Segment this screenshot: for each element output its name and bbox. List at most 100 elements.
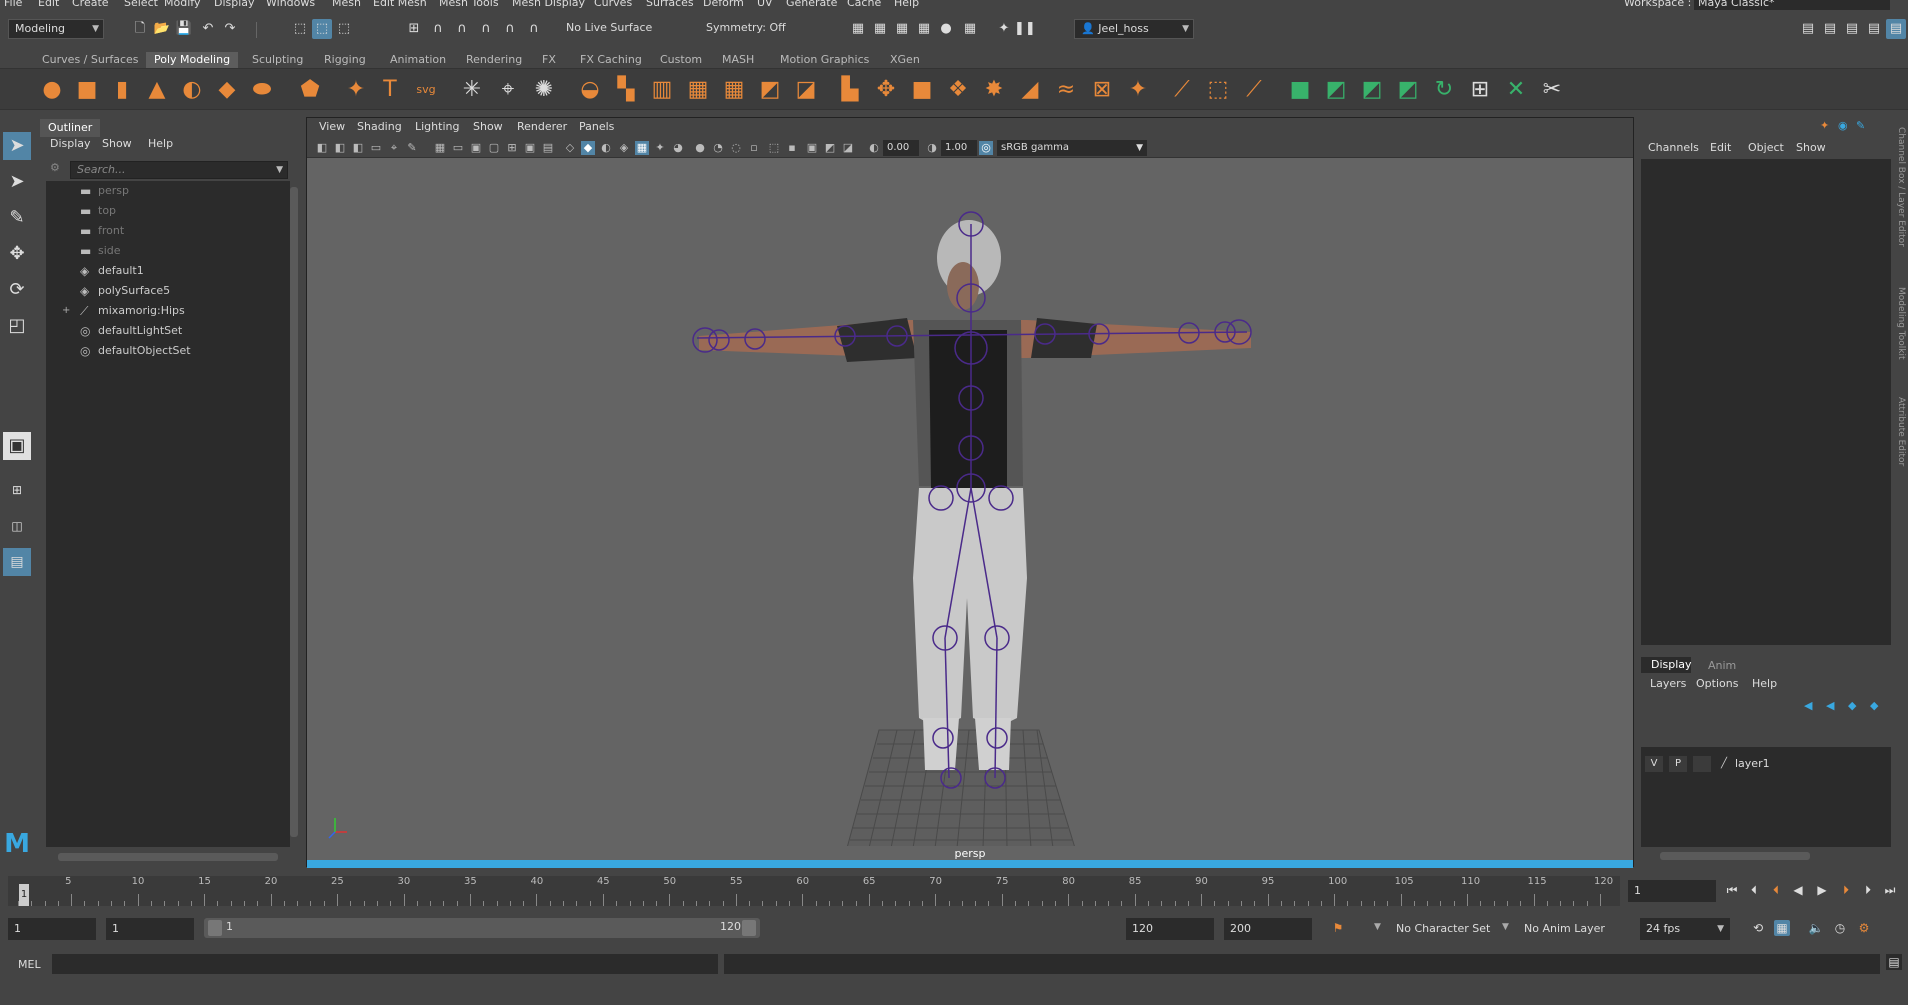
2d-pan-zoom-icon[interactable]: ⌖ [387,141,401,155]
use-all-lights-icon[interactable]: ✦ [653,141,667,155]
gate-mask-icon[interactable]: ▢ [487,141,501,155]
layers-menu[interactable]: Layers [1650,677,1686,690]
help-menu[interactable]: Help [1752,677,1777,690]
menu-generate[interactable]: Generate [786,0,837,9]
fps-dropdown[interactable]: 24 fps ▼ [1640,918,1730,940]
viewport-menu-lighting[interactable]: Lighting [415,120,459,133]
reduce-icon[interactable]: ◩ [758,78,782,102]
side-tab-modeling-toolkit[interactable]: Modeling Toolkit [1896,287,1906,360]
expand-icon[interactable]: + [62,301,70,321]
playback-start-field[interactable]: 1 [106,918,194,940]
target-weld-icon[interactable]: ⊠ [1090,78,1114,102]
pin-icon[interactable]: ✦ [1820,119,1829,132]
shelf-tab-animation[interactable]: Animation [382,52,454,68]
camera-attributes-icon[interactable]: ◧ [333,141,347,155]
offset-loop-icon[interactable]: ◢ [1018,78,1042,102]
xray-icon[interactable]: ▪ [785,141,799,155]
step-forward-frame-icon[interactable]: ⏵ [1860,882,1876,898]
snap-surface-icon[interactable]: ∩ [500,19,520,39]
script-editor-icon[interactable]: ▤ [1886,954,1902,970]
cache-playback-icon[interactable]: ▦ [1774,920,1790,936]
command-input[interactable] [52,954,718,974]
shelf-tab-rigging[interactable]: Rigging [316,52,374,68]
move-tool-icon[interactable]: ✥ [3,240,31,268]
snap-edge-icon[interactable]: ∩ [524,19,544,39]
sound-icon[interactable]: 🔈 [1808,920,1824,936]
chevron-down-icon[interactable]: ▼ [1502,922,1509,932]
outliner-layout-icon[interactable]: ▤ [3,548,31,576]
shelf-tab-mash[interactable]: MASH [714,52,762,68]
select-hierarchy-icon[interactable]: ⬚ [290,19,310,39]
render-current-frame-icon[interactable]: ▦ [870,19,890,39]
render-setup-icon[interactable]: ▦ [960,19,980,39]
spherical-map-icon[interactable]: ◩ [1396,78,1420,102]
shelf-tab-rendering[interactable]: Rendering [458,52,530,68]
default-material-icon[interactable]: ◐ [599,141,613,155]
go-to-start-icon[interactable]: ⏮ [1724,882,1740,898]
bookmarks-icon[interactable]: ◧ [351,141,365,155]
edit-menu[interactable]: Edit [1710,141,1731,154]
two-view-layout-icon[interactable]: ◫ [3,512,31,540]
filter-icon[interactable]: ⚙ [50,161,60,174]
shelf-tab-custom[interactable]: Custom [652,52,710,68]
shelf-tab-fx[interactable]: FX [534,52,564,68]
layer-tab-display[interactable]: Display [1641,657,1692,673]
viewport-panel[interactable]: View Shading Lighting Show Renderer Pane… [306,117,1634,868]
poly-platonic-icon[interactable]: ⬟ [298,78,322,102]
wireframe-on-shaded-icon[interactable]: ◈ [617,141,631,155]
isolate-select-icon[interactable]: ⬚ [767,141,781,155]
open-scene-icon[interactable]: 📂 [152,19,172,39]
chevron-down-icon[interactable]: ▼ [276,162,283,178]
channels-menu[interactable]: Channels [1648,141,1699,154]
time-slider-track[interactable]: 5 10 15 20 25 30 35 40 45 50 55 60 65 70 75 80 85 90 95 100… [8,876,1620,906]
auto-key-icon[interactable]: ⚑ [1330,920,1346,936]
animation-start-field[interactable]: 1 [8,918,96,940]
attribute-editor-toggle-icon[interactable]: ▤ [1820,19,1840,39]
auto-map-icon[interactable]: ↻ [1432,78,1456,102]
outliner-horizontal-scrollbar[interactable] [58,853,278,861]
menu-surfaces[interactable]: Surfaces [646,0,694,9]
separate-icon[interactable]: ▚ [614,78,638,102]
layer-playback-toggle[interactable]: P [1669,756,1687,772]
viewport-menu-view[interactable]: View [319,120,345,133]
select-object-icon[interactable]: ⬚ [312,19,332,39]
scale-tool-icon[interactable]: ◰ [3,312,31,340]
object-menu[interactable]: Object [1748,141,1784,154]
layer-color-icon[interactable]: ╱ [1717,756,1731,772]
go-to-end-icon[interactable]: ⏭ [1882,882,1898,898]
menu-mesh[interactable]: Mesh [332,0,361,9]
cut-uv-icon[interactable]: ✂ [1540,78,1564,102]
poly-sphere-icon[interactable]: ● [40,78,64,102]
wireframe-icon[interactable]: ◇ [563,141,577,155]
settings-icon[interactable]: ⚙ [1856,920,1872,936]
super-shape-icon[interactable]: ✦ [344,78,368,102]
four-view-layout-icon[interactable]: ⊞ [3,476,31,504]
viewport-menu-panels[interactable]: Panels [579,120,614,133]
shelf-tab-curves-surfaces[interactable]: Curves / Surfaces [34,52,147,68]
select-camera-icon[interactable]: ◧ [315,141,329,155]
unfold-icon[interactable]: ✕ [1504,78,1528,102]
menu-select[interactable]: Select [124,0,158,9]
append-icon[interactable]: ■ [910,78,934,102]
move-layer-down-icon[interactable]: ◀ [1826,699,1834,712]
uv-editor-icon[interactable]: ■ [1288,78,1312,102]
poly-disc-icon[interactable]: ⬬ [250,78,274,102]
animation-end-field[interactable]: 200 [1224,918,1312,940]
grease-pencil-icon[interactable]: ✎ [405,141,419,155]
channel-box-area[interactable] [1641,159,1891,645]
gamma-icon[interactable]: ◑ [925,141,939,155]
show-menu[interactable]: Show [1796,141,1826,154]
layer-tab-anim[interactable]: Anim [1708,659,1736,672]
cylindrical-map-icon[interactable]: ◩ [1360,78,1384,102]
symmetry-icon[interactable]: ✺ [532,78,556,102]
menu-set-dropdown[interactable]: Modeling ▼ [8,19,104,39]
sync-icon[interactable]: ◉ [1838,119,1848,132]
film-gate-icon[interactable]: ▭ [451,141,465,155]
fill-hole-icon[interactable]: ▦ [722,78,746,102]
tool-settings-toggle-icon[interactable]: ▤ [1842,19,1862,39]
shadows-icon[interactable]: ◕ [671,141,685,155]
grid-icon[interactable]: ▦ [433,141,447,155]
multi-cut-icon[interactable]: ≈ [1054,78,1078,102]
exposure-icon[interactable]: ◐ [867,141,881,155]
outliner-search-input[interactable]: Search... ▼ [70,161,288,179]
